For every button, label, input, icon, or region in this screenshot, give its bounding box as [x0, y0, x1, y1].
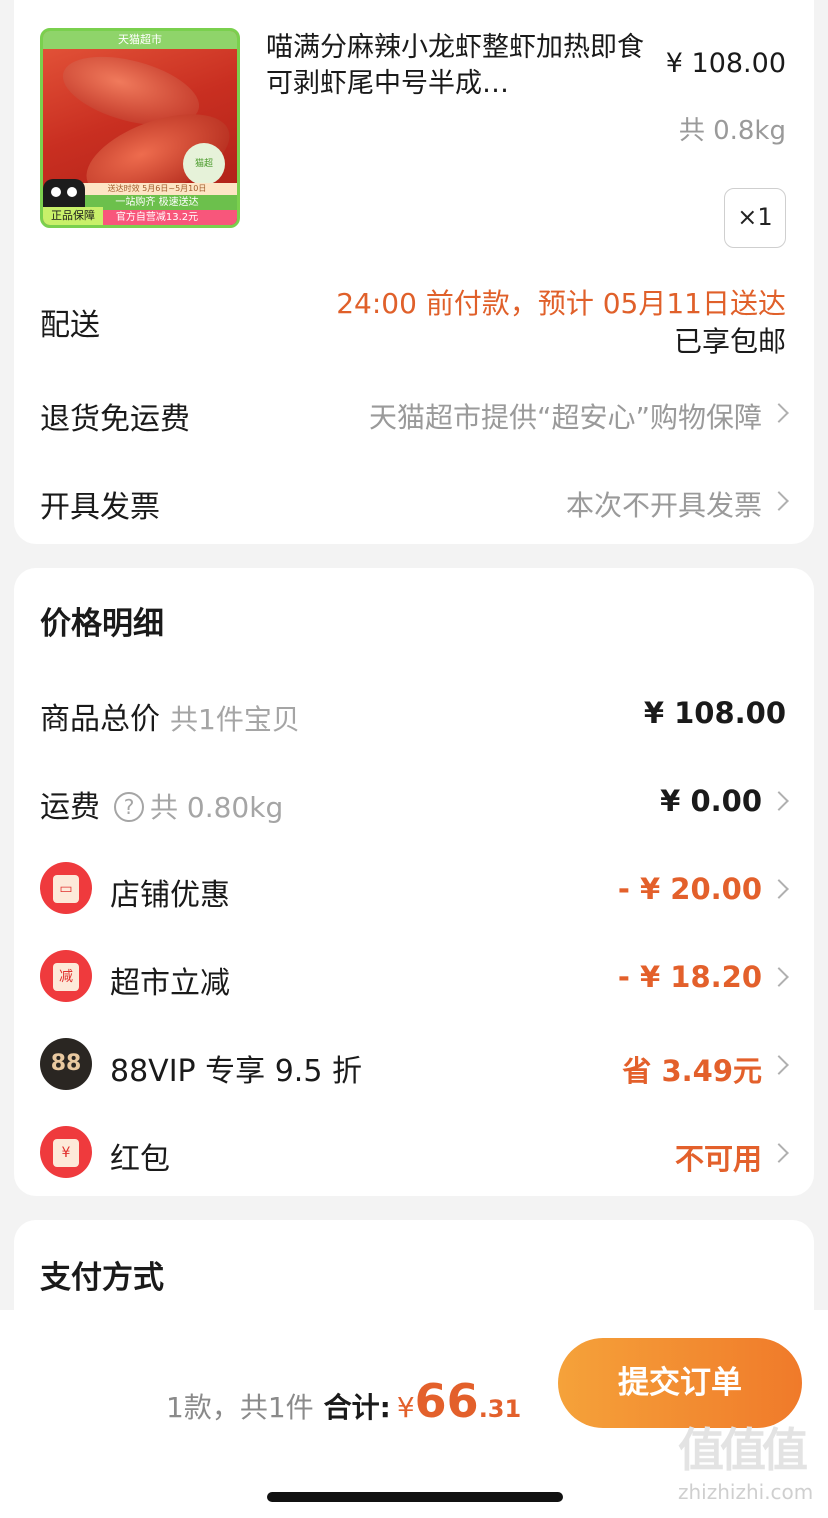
red-packet-label: 红包 — [110, 1142, 170, 1177]
product-price: ¥ 108.00 — [665, 48, 786, 79]
product-card: 天猫超市 猫超 送达时效 5月6日~5月10日 一站购齐 极速送达 官方自营减1… — [14, 0, 814, 544]
help-icon[interactable]: ? — [114, 792, 144, 822]
shipping-value: ¥ 0.00 — [660, 784, 762, 818]
vip88-icon: 88 — [40, 1038, 92, 1090]
chevron-right-icon — [769, 491, 789, 511]
delivery-time-strip: 送达时效 5月6日~5月10日 — [77, 183, 237, 195]
returns-label: 退货免运费 — [40, 402, 190, 437]
vip88-discount-value: 省 3.49元 — [622, 1054, 762, 1088]
price-detail-title: 价格明细 — [40, 606, 164, 642]
returns-value: 天猫超市提供“超安心”购物保障 — [368, 401, 762, 434]
store-round-badge: 猫超 — [183, 143, 225, 185]
total-label: 合计: — [323, 1391, 391, 1424]
total-integer: 66 — [414, 1374, 479, 1428]
red-packet-value: 不可用 — [674, 1142, 762, 1176]
shipping-weight: 共 0.80kg — [150, 791, 284, 824]
store-discount-label: 店铺优惠 — [110, 878, 230, 913]
shipping-label: 运费 — [40, 790, 100, 825]
free-shipping-text: 已享包邮 — [673, 325, 786, 358]
total-currency: ¥ — [396, 1391, 415, 1424]
chevron-right-icon — [769, 967, 789, 987]
chevron-right-icon — [769, 791, 789, 811]
genuine-guarantee-badge: 正品保障 — [43, 207, 103, 225]
vip88-discount-label: 88VIP 专享 9.5 折 — [110, 1054, 362, 1089]
quantity-stepper[interactable]: ×1 — [724, 188, 786, 248]
chevron-right-icon — [769, 1055, 789, 1075]
chevron-right-icon — [769, 1143, 789, 1163]
store-discount-value: - ¥ 20.00 — [617, 872, 762, 906]
order-summary: 1款，共1件 合计: ¥66.31 — [166, 1374, 521, 1428]
delivery-label: 配送 — [40, 308, 100, 343]
jian-icon: 减 — [40, 950, 92, 1002]
goods-count: 共1件宝贝 — [170, 703, 300, 736]
product-image[interactable]: 天猫超市 猫超 送达时效 5月6日~5月10日 一站购齐 极速送达 官方自营减1… — [40, 28, 240, 228]
chevron-right-icon — [769, 879, 789, 899]
tmall-cat-icon — [43, 179, 85, 207]
price-detail-card: 价格明细 商品总价 共1件宝贝 ¥ 108.00 运费? 共 0.80kg ¥ 0.… — [14, 568, 814, 1196]
red-packet-icon: ¥ — [40, 1126, 92, 1178]
supermarket-discount-label: 超市立减 — [110, 966, 230, 1001]
invoice-label: 开具发票 — [40, 490, 160, 525]
checkout-bar: 1款，共1件 合计: ¥66.31 提交订单 值值值 zhizhizhi.com — [0, 1310, 828, 1518]
watermark-url: zhizhizhi.com — [678, 1480, 814, 1504]
item-count-text: 1款，共1件 — [166, 1391, 314, 1424]
supermarket-discount-value: - ¥ 18.20 — [617, 960, 762, 994]
product-title[interactable]: 喵满分麻辣小龙虾整虾加热即食可剥虾尾中号半成… — [266, 30, 650, 102]
watermark-logo: 值值值 — [678, 1423, 808, 1477]
product-weight: 共 0.8kg — [678, 116, 786, 146]
goods-total-label: 商品总价 — [40, 702, 160, 737]
payment-method-title: 支付方式 — [40, 1260, 164, 1296]
store-banner: 天猫超市 — [43, 31, 237, 49]
chevron-right-icon — [769, 403, 789, 423]
goods-total-value: ¥ 108.00 — [643, 696, 786, 730]
home-indicator[interactable] — [267, 1492, 563, 1502]
ticket-icon: ▭ — [40, 862, 92, 914]
delivery-estimate: 24:00 前付款，预计 05月11日送达 — [336, 287, 786, 320]
invoice-value: 本次不开具发票 — [565, 489, 762, 522]
total-decimal: .31 — [478, 1395, 522, 1423]
